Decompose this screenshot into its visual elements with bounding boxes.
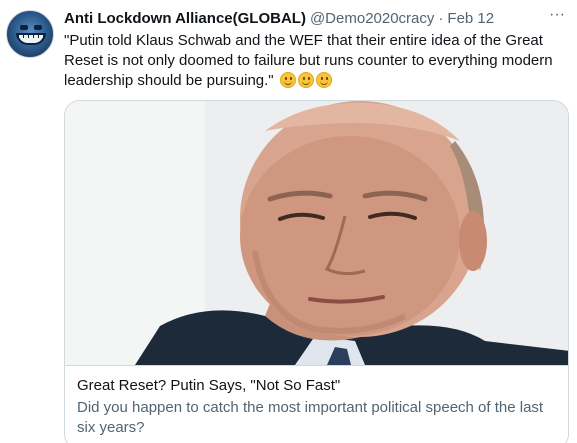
tweet-date[interactable]: Feb 12 bbox=[447, 10, 494, 27]
card-body[interactable]: Great Reset? Putin Says, "Not So Fast" D… bbox=[65, 365, 568, 443]
card-description: Did you happen to catch the most importa… bbox=[77, 399, 544, 436]
separator-dot: · bbox=[438, 9, 444, 27]
avatar[interactable] bbox=[6, 10, 54, 58]
smiling-face-emoji-icon bbox=[297, 72, 314, 88]
portrait-illustration bbox=[65, 101, 568, 365]
author-handle[interactable]: @Demo2020cracy bbox=[310, 10, 434, 27]
avatar-teeth bbox=[18, 34, 44, 38]
smiling-face-emoji-icon bbox=[315, 72, 332, 88]
smiling-face-emoji-icon bbox=[279, 72, 296, 88]
author-name[interactable]: Anti Lockdown Alliance(GLOBAL) bbox=[64, 10, 306, 27]
tweet-text: "Putin told Klaus Schwab and the WEF tha… bbox=[64, 31, 564, 91]
tweet-text-line-content: leadership should be pursuing." bbox=[64, 72, 274, 89]
tweet-text-line: leadership should be pursuing." bbox=[64, 71, 564, 91]
avatar-eye-left bbox=[20, 25, 28, 30]
tweet-text-line: "Putin told Klaus Schwab and the WEF tha… bbox=[64, 32, 543, 49]
card-title[interactable]: Great Reset? Putin Says, "Not So Fast" bbox=[77, 376, 558, 396]
card-image[interactable] bbox=[65, 101, 568, 365]
more-options-icon[interactable]: ··· bbox=[547, 7, 567, 27]
tweet-text-line: Reset is not only doomed to failure but … bbox=[64, 52, 553, 69]
avatar-eye-right bbox=[34, 25, 42, 30]
link-preview-card[interactable]: Great Reset? Putin Says, "Not So Fast" D… bbox=[64, 100, 569, 443]
tweet[interactable]: Anti Lockdown Alliance(GLOBAL) @Demo2020… bbox=[0, 0, 577, 443]
tweet-header: Anti Lockdown Alliance(GLOBAL) @Demo2020… bbox=[64, 7, 567, 27]
